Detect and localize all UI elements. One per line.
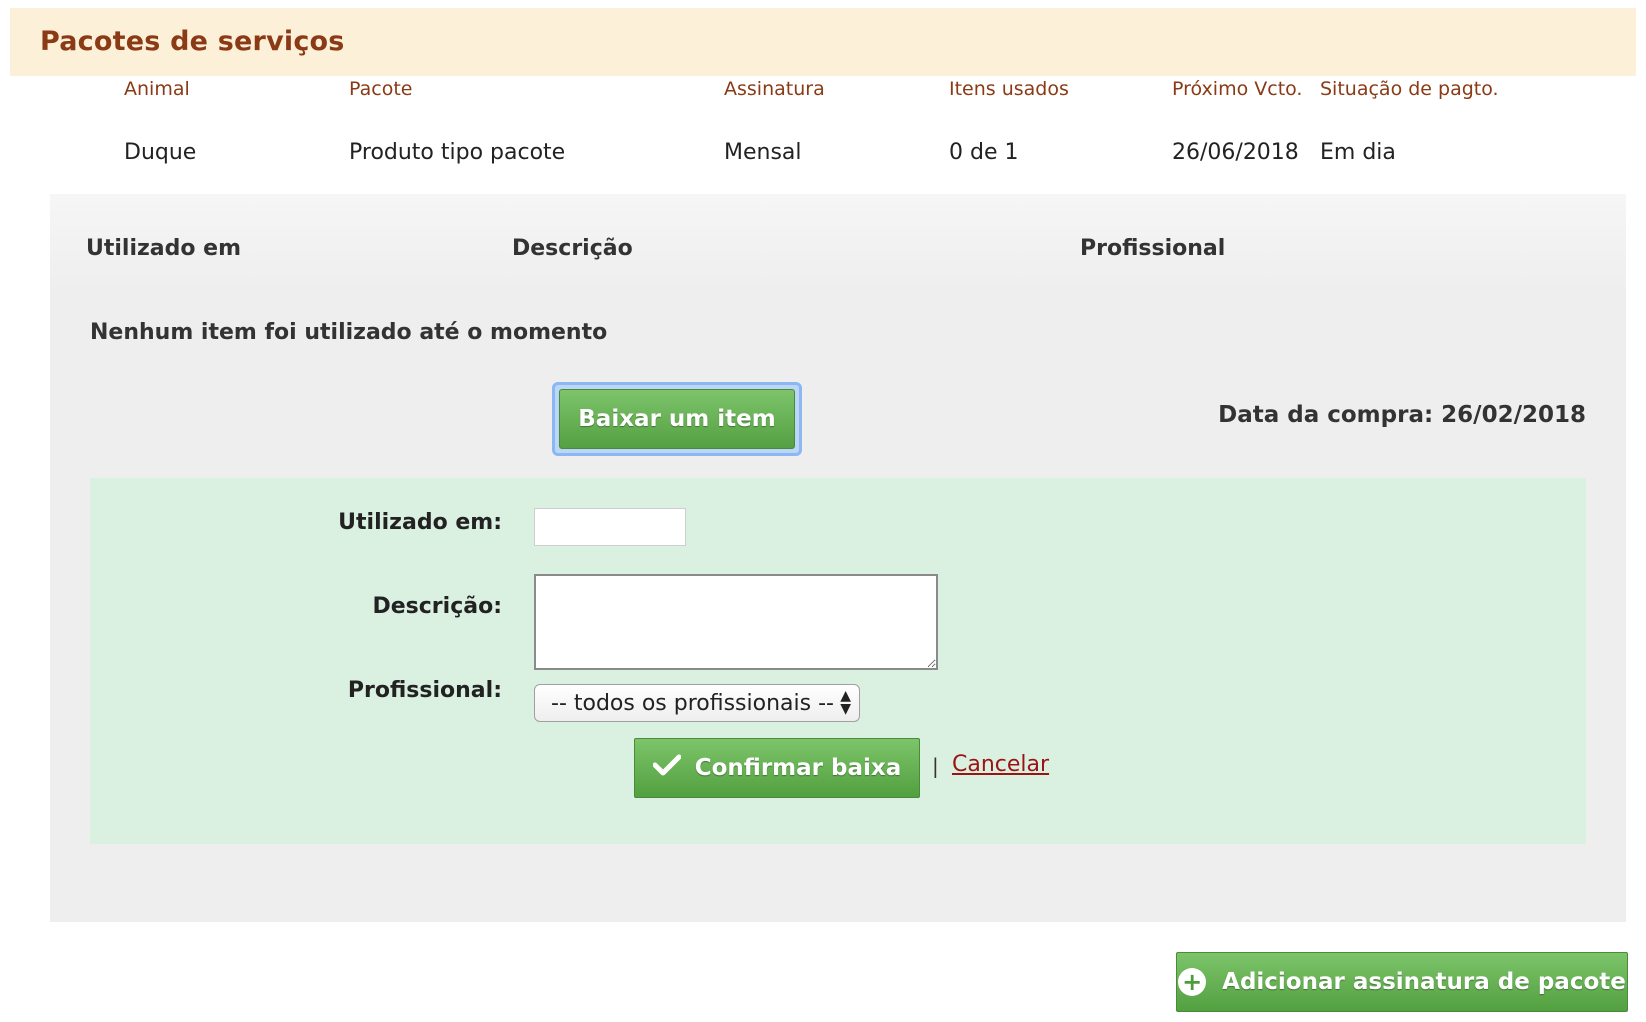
section-header: Pacotes de serviços — [10, 8, 1636, 76]
cell-situacao: Em dia — [1320, 140, 1396, 165]
select-arrows-icon: ▲ ▼ — [840, 688, 851, 717]
plus-circle-icon: + — [1178, 968, 1207, 996]
descricao-label: Descrição: — [372, 594, 502, 619]
col-header-assinatura: Assinatura — [724, 78, 825, 100]
descricao-textarea[interactable] — [534, 574, 938, 670]
col-header-proximo-vcto: Próximo Vcto. — [1172, 78, 1303, 100]
cell-pacote: Produto tipo pacote — [349, 140, 566, 165]
baixar-focus-ring: Baixar um item — [552, 382, 802, 456]
confirmar-baixa-button[interactable]: Confirmar baixa — [634, 738, 920, 798]
usage-panel: Utilizado em Descrição Profissional Nenh… — [50, 194, 1626, 922]
page-title: Pacotes de serviços — [40, 26, 345, 57]
cancel-link[interactable]: Cancelar — [952, 752, 1049, 777]
profissional-select[interactable]: -- todos os profissionais -- ▲ ▼ — [534, 684, 860, 722]
add-subscription-button[interactable]: + Adicionar assinatura de pacote — [1176, 952, 1628, 1012]
add-subscription-label: Adicionar assinatura de pacote — [1222, 969, 1626, 995]
utilizado-input[interactable] — [534, 508, 686, 546]
profissional-selected-value: -- todos os profissionais -- — [551, 690, 834, 716]
cell-proximo-vcto: 26/06/2018 — [1172, 140, 1299, 165]
cell-animal: Duque — [124, 140, 197, 165]
col-header-pacote: Pacote — [349, 78, 413, 100]
usage-col-utilizado: Utilizado em — [86, 236, 242, 261]
baixa-form: Utilizado em: Descrição: Profissional: -… — [90, 478, 1586, 844]
usage-header: Utilizado em Descrição Profissional — [50, 194, 1626, 294]
empty-message: Nenhum item foi utilizado até o momento — [90, 320, 608, 345]
utilizado-label: Utilizado em: — [338, 510, 502, 535]
separator: | — [932, 754, 939, 778]
cell-itens-usados: 0 de 1 — [949, 140, 1019, 165]
purchase-date: Data da compra: 26/02/2018 — [1218, 402, 1586, 428]
cell-assinatura: Mensal — [724, 140, 802, 165]
confirmar-baixa-label: Confirmar baixa — [694, 755, 902, 781]
usage-col-descricao: Descrição — [512, 236, 633, 261]
baixar-item-button[interactable]: Baixar um item — [559, 389, 795, 449]
usage-col-profissional: Profissional — [1080, 236, 1226, 261]
col-header-animal: Animal — [124, 78, 190, 100]
check-icon — [652, 754, 682, 782]
profissional-label: Profissional: — [347, 678, 502, 703]
col-header-itens-usados: Itens usados — [949, 78, 1069, 100]
col-header-situacao: Situação de pagto. — [1320, 78, 1499, 100]
